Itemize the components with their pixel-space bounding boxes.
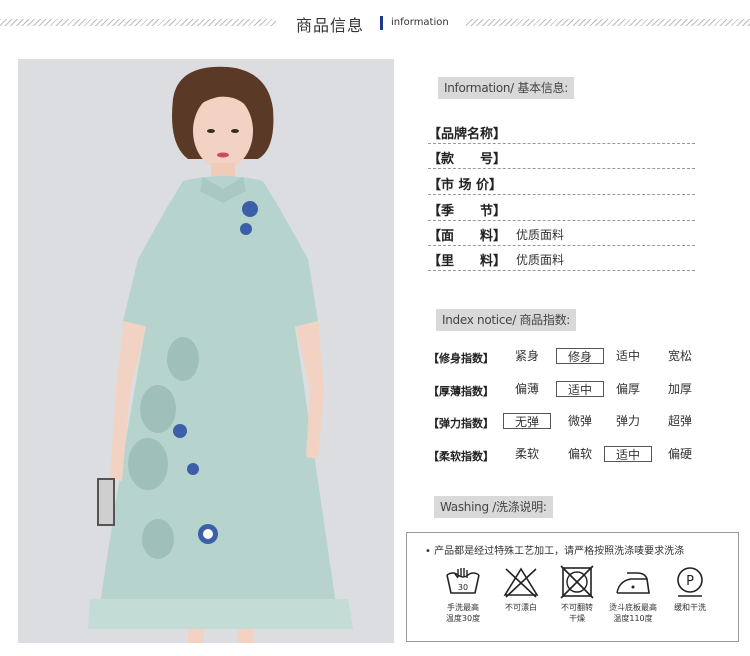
info-row-style-no: 【款 号】 <box>428 144 695 169</box>
info-key: 【面 料】 <box>428 229 507 244</box>
index-option: 适中 <box>615 349 640 363</box>
index-option: 宽松 <box>667 349 692 363</box>
info-row-brand: 【品牌名称】 <box>428 119 695 144</box>
header-divider-left <box>0 19 276 26</box>
index-row-fit: 【修身指数】 紧身 修身 适中 宽松 <box>428 348 718 366</box>
product-photo <box>18 59 394 643</box>
info-row-fabric: 【面 料】 优质面料 <box>428 221 695 246</box>
no-bleach-icon <box>503 567 539 598</box>
info-value: 优质面料 <box>516 253 565 267</box>
wash-caption-line1: 手洗最高 <box>447 603 479 612</box>
wash-item-dry-clean: P 缓和干洗 <box>658 565 722 613</box>
dry-clean-icon: P <box>677 567 703 597</box>
wash-item-no-bleach: 不可漂白 <box>489 565 553 613</box>
index-option: 超弹 <box>667 414 692 428</box>
index-option: 偏薄 <box>514 382 539 396</box>
index-label: 【修身指数】 <box>428 352 494 365</box>
index-option: 微弹 <box>567 414 592 428</box>
model-illustration <box>18 59 394 643</box>
index-option: 弹力 <box>615 414 640 428</box>
washing-label: Washing /洗涤说明: <box>434 496 553 518</box>
index-option: 柔软 <box>514 447 539 461</box>
index-notice-label: Index notice/ 商品指数: <box>436 309 577 331</box>
index-row-thickness: 【厚薄指数】 偏薄 适中 偏厚 加厚 <box>428 381 718 399</box>
wash-caption-line2: 温度30度 <box>445 614 481 623</box>
header-divider-right <box>466 19 750 26</box>
wash-caption-line1: 不可翻转 <box>561 603 593 612</box>
info-key: 【季 节】 <box>428 204 507 219</box>
index-row-softness: 【柔软指数】 柔软 偏软 适中 偏硬 <box>428 446 718 464</box>
page-subtitle: information <box>391 17 449 28</box>
info-key: 【市 场 价】 <box>428 178 503 193</box>
wash-item-iron: 烫斗底板最高 温度110度 <box>601 565 665 624</box>
hand-wash-temp: 30 <box>458 583 468 592</box>
info-key: 【里 料】 <box>428 254 507 269</box>
index-label: 【弹力指数】 <box>428 417 494 430</box>
index-option-selected: 修身 <box>556 348 604 364</box>
wash-caption-line1: 烫斗底板最高 <box>609 603 657 612</box>
index-option: 偏硬 <box>667 447 692 461</box>
dry-clean-letter: P <box>686 574 694 589</box>
index-option: 偏软 <box>567 447 592 461</box>
index-option: 加厚 <box>667 382 692 396</box>
info-key: 【款 号】 <box>428 152 507 167</box>
index-label: 【厚薄指数】 <box>428 385 494 398</box>
info-row-market-price: 【市 场 价】 <box>428 170 695 195</box>
wash-caption-line1: 缓和干洗 <box>674 603 706 612</box>
basic-info-label: Information/ 基本信息: <box>438 77 574 99</box>
wash-caption-line1: 不可漂白 <box>505 603 537 612</box>
index-option-selected: 无弹 <box>503 413 551 429</box>
washing-note: • 产品都是经过特殊工艺加工，请严格按照洗涤唛要求洗涤 <box>425 546 685 557</box>
page-title: 商品信息 <box>296 16 365 35</box>
wash-item-no-tumble-dry: 不可翻转 干燥 <box>545 565 609 624</box>
iron-icon <box>616 572 650 594</box>
index-option-selected: 适中 <box>556 381 604 397</box>
index-row-elasticity: 【弹力指数】 无弹 微弹 弹力 超弹 <box>428 413 718 431</box>
hand-wash-icon: 30 <box>446 568 480 594</box>
info-row-lining: 【里 料】 优质面料 <box>428 246 695 271</box>
index-option: 偏厚 <box>615 382 640 396</box>
wash-caption-line2: 干燥 <box>569 614 585 623</box>
info-value: 优质面料 <box>516 228 565 242</box>
washing-instructions-box: • 产品都是经过特殊工艺加工，请严格按照洗涤唛要求洗涤 30 手洗最高 温度30… <box>406 532 739 642</box>
info-row-season: 【季 节】 <box>428 196 695 221</box>
info-key: 【品牌名称】 <box>428 127 507 142</box>
index-option: 紧身 <box>514 349 539 363</box>
index-option-selected: 适中 <box>604 446 652 462</box>
header-accent-bar <box>380 16 383 30</box>
index-label: 【柔软指数】 <box>428 450 494 463</box>
wash-caption-line2: 温度110度 <box>613 614 653 623</box>
wash-item-hand-wash: 30 手洗最高 温度30度 <box>431 565 495 624</box>
no-tumble-dry-icon <box>560 565 594 599</box>
